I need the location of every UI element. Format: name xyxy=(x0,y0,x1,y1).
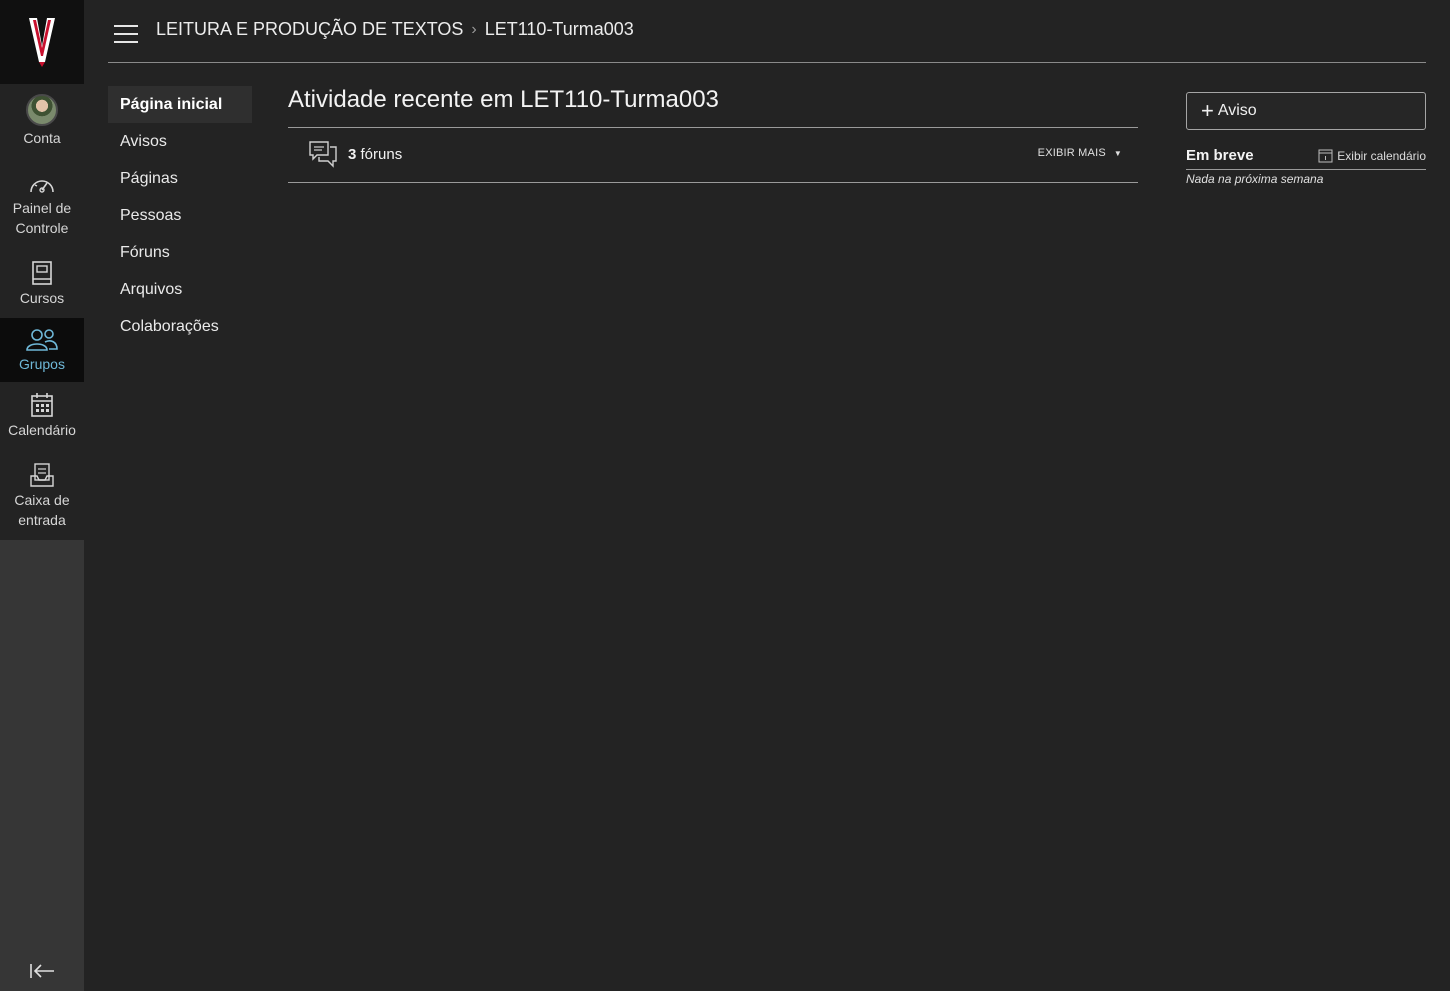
nav-item-inbox[interactable]: Caixa de entrada xyxy=(0,462,84,532)
nav-item-groups[interactable]: Grupos xyxy=(0,318,84,382)
course-nav-item-pages[interactable]: Páginas xyxy=(108,160,252,197)
course-menu-toggle[interactable] xyxy=(114,23,138,43)
calendar-small-icon xyxy=(1318,149,1333,163)
breadcrumb-group[interactable]: LET110-Turma003 xyxy=(485,19,634,40)
recent-activity-item: 3 fóruns EXIBIR MAIS ▼ xyxy=(288,128,1138,183)
collapse-nav-button[interactable] xyxy=(0,951,84,991)
groups-icon xyxy=(26,329,58,351)
nav-item-label: Painel de Controle xyxy=(12,200,72,236)
course-nav-item-files[interactable]: Arquivos xyxy=(108,271,252,308)
coming-up-empty-text: Nada na próxima semana xyxy=(1186,172,1324,186)
course-nav-item-people[interactable]: Pessoas xyxy=(108,197,252,234)
new-announcement-label: Aviso xyxy=(1217,102,1257,119)
nav-item-label: Calendário xyxy=(8,422,76,438)
right-sidebar: + Aviso Em breve Exibir calendário Nada … xyxy=(1186,92,1426,186)
chevron-right-icon: › xyxy=(471,20,477,38)
course-nav-item-collaborations[interactable]: Colaborações xyxy=(108,308,252,345)
nav-item-dashboard[interactable]: Painel de Controle xyxy=(0,174,84,238)
nav-item-label: Grupos xyxy=(19,356,65,372)
logo-icon xyxy=(29,18,55,67)
activity-count-number: 3 xyxy=(348,146,357,163)
nav-item-label: Conta xyxy=(23,130,61,146)
nav-item-label: Cursos xyxy=(19,290,65,306)
nav-item-calendar[interactable]: Calendário xyxy=(0,392,84,442)
nav-item-label: Caixa de entrada xyxy=(14,492,70,528)
view-calendar-link[interactable]: Exibir calendário xyxy=(1318,148,1426,163)
plus-icon: + xyxy=(1201,98,1214,123)
coming-up-header: Em breve Exibir calendário xyxy=(1186,148,1426,170)
avatar xyxy=(26,94,58,126)
dashboard-icon xyxy=(30,180,54,193)
main-content: Atividade recente em LET110-Turma003 3 f… xyxy=(288,84,1138,183)
course-nav-item-home[interactable]: Página inicial xyxy=(108,86,252,123)
breadcrumb-course[interactable]: LEITURA E PRODUÇÃO DE TEXTOS xyxy=(156,19,463,40)
course-nav: Página inicial Avisos Páginas Pessoas Fó… xyxy=(108,86,252,345)
global-nav-items: Conta Painel de Controle Cursos Grupos C… xyxy=(0,84,84,540)
show-more-label: EXIBIR MAIS xyxy=(1037,147,1106,159)
caret-down-icon: ▼ xyxy=(1113,148,1122,158)
breadcrumb: LEITURA E PRODUÇÃO DE TEXTOS › LET110-Tu… xyxy=(156,19,634,40)
logo[interactable] xyxy=(0,0,84,84)
calendar-icon xyxy=(31,393,53,417)
course-nav-item-announcements[interactable]: Avisos xyxy=(108,123,252,160)
course-nav-item-discussions[interactable]: Fóruns xyxy=(108,234,252,271)
page-title: Atividade recente em LET110-Turma003 xyxy=(288,84,1138,128)
discussion-icon xyxy=(309,141,337,168)
inbox-icon xyxy=(30,463,54,487)
courses-icon xyxy=(32,261,52,285)
activity-count: 3 fóruns xyxy=(348,146,402,163)
show-more-button[interactable]: EXIBIR MAIS ▼ xyxy=(1038,147,1122,159)
activity-count-label: fóruns xyxy=(360,146,403,163)
global-nav: Conta Painel de Controle Cursos Grupos C… xyxy=(0,0,84,991)
view-calendar-label: Exibir calendário xyxy=(1337,148,1426,163)
page-header: LEITURA E PRODUÇÃO DE TEXTOS › LET110-Tu… xyxy=(108,0,1426,63)
nav-item-courses[interactable]: Cursos xyxy=(0,260,84,310)
new-announcement-button[interactable]: + Aviso xyxy=(1186,92,1426,130)
collapse-nav-icon xyxy=(30,964,54,978)
hamburger-icon xyxy=(114,25,138,27)
nav-item-account[interactable]: Conta xyxy=(0,94,84,158)
